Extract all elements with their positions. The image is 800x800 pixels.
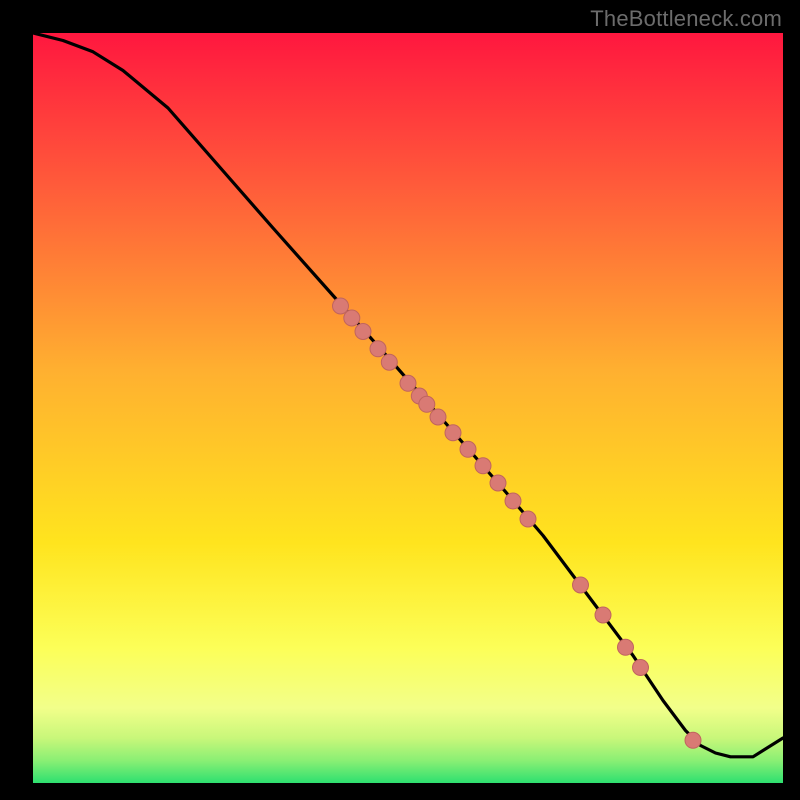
data-marker (490, 475, 506, 491)
data-marker (595, 607, 611, 623)
data-marker (633, 660, 649, 676)
data-marker (520, 511, 536, 527)
data-marker (505, 493, 521, 509)
data-marker (381, 354, 397, 370)
data-marker (333, 298, 349, 314)
data-marker (460, 441, 476, 457)
watermark-text: TheBottleneck.com (590, 6, 782, 32)
data-marker (419, 396, 435, 412)
data-marker (430, 409, 446, 425)
chart-overlay (33, 33, 783, 783)
data-marker (445, 425, 461, 441)
data-marker (344, 310, 360, 326)
data-marker (618, 639, 634, 655)
data-marker (685, 732, 701, 748)
curve-line (33, 33, 783, 757)
data-marker (355, 324, 371, 340)
chart-stage: TheBottleneck.com (0, 0, 800, 800)
data-marker (475, 458, 491, 474)
data-marker (400, 375, 416, 391)
plot-area (33, 33, 783, 783)
data-marker (573, 577, 589, 593)
data-markers (333, 298, 702, 748)
data-marker (370, 341, 386, 357)
